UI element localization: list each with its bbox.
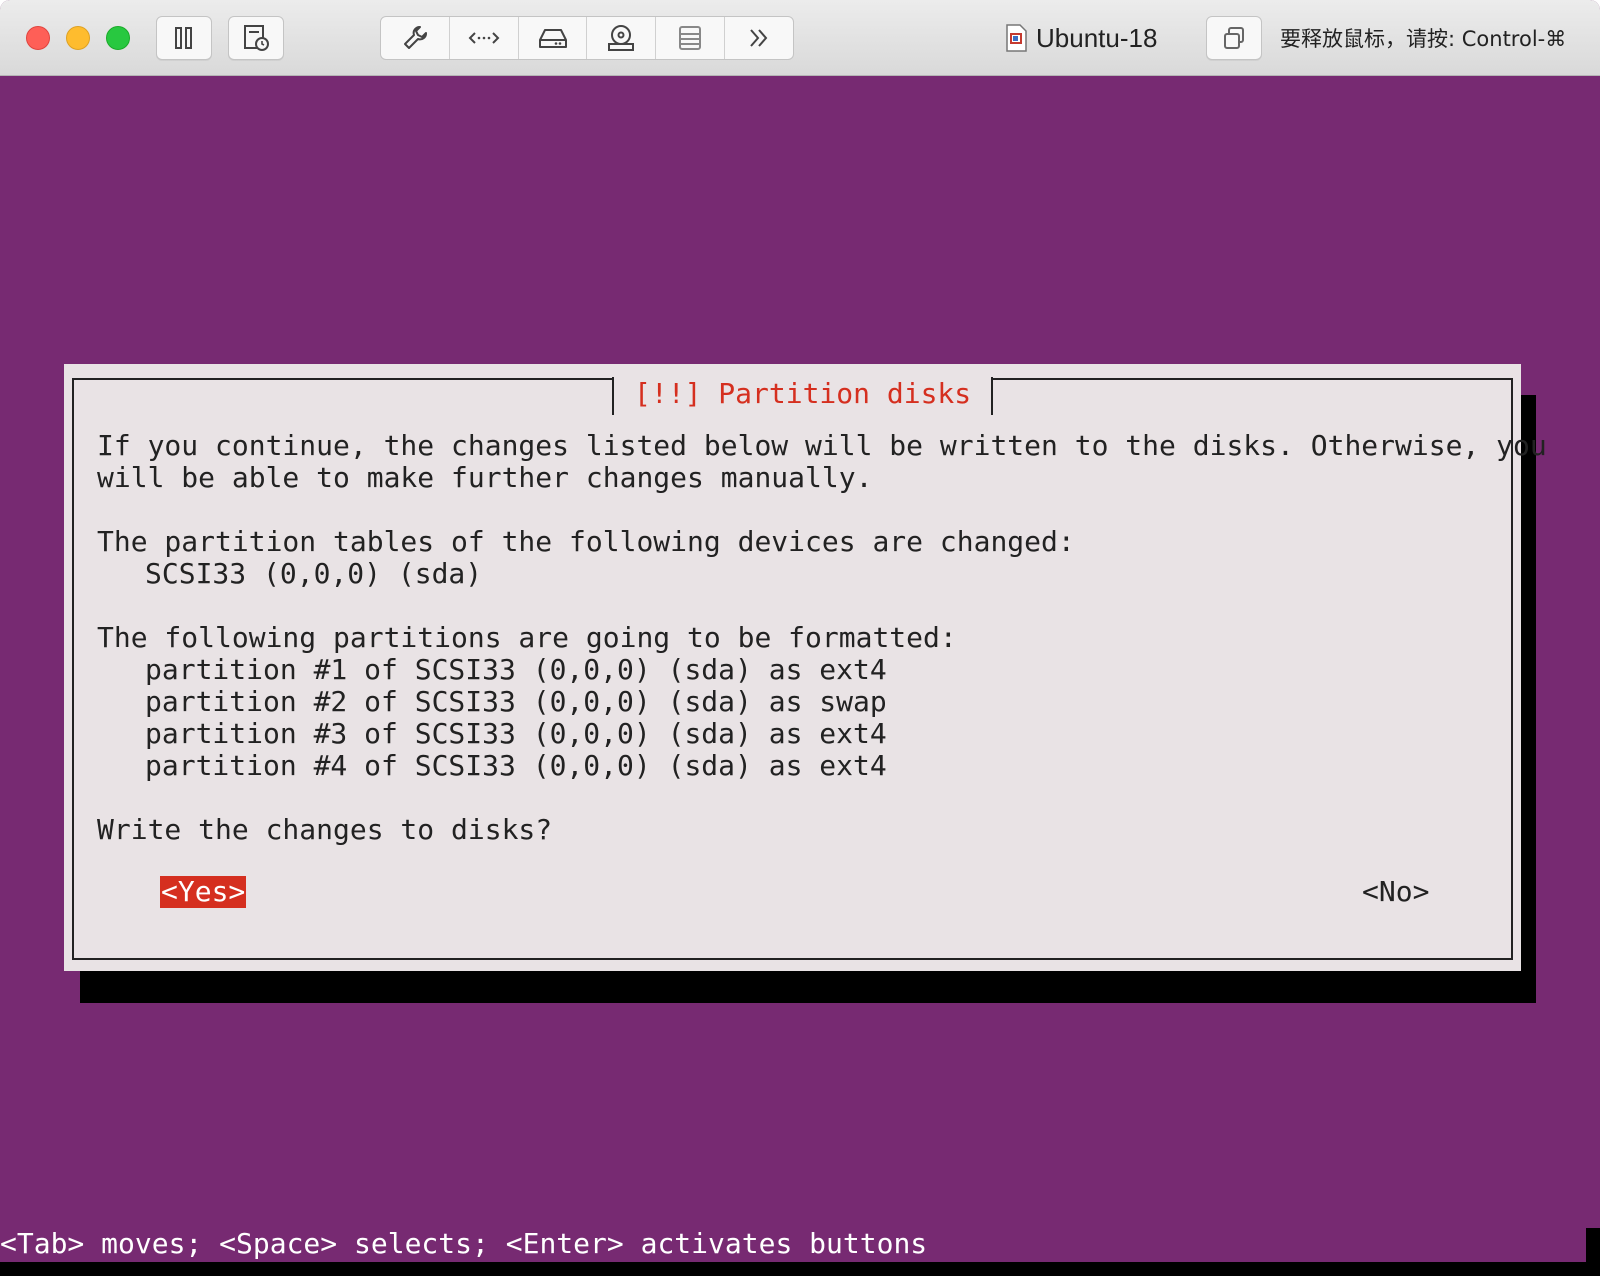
- intro-line-2: will be able to make further changes man…: [97, 461, 873, 494]
- minimize-window-button[interactable]: [66, 26, 90, 50]
- network-button[interactable]: [450, 17, 519, 59]
- fullscreen-button[interactable]: [1206, 16, 1262, 60]
- partition-item: partition #2 of SCSI33 (0,0,0) (sda) as …: [145, 685, 887, 718]
- more-button[interactable]: [725, 17, 793, 59]
- suspend-button[interactable]: [156, 16, 212, 60]
- device-item: SCSI33 (0,0,0) (sda): [145, 557, 483, 590]
- terminal-bottom-edge: [0, 1262, 1600, 1276]
- partition-item: partition #3 of SCSI33 (0,0,0) (sda) as …: [145, 717, 887, 750]
- release-mouse-hint: 要释放鼠标，请按: Control-⌘: [1280, 27, 1567, 51]
- windows-overlap-icon: [1224, 27, 1244, 49]
- cd-dvd-button[interactable]: [587, 17, 657, 59]
- terminal-edge: [1586, 1228, 1600, 1262]
- cd-dvd-icon: [608, 25, 635, 51]
- zoom-window-button[interactable]: [106, 26, 130, 50]
- snapshot-icon: [244, 25, 269, 51]
- no-button[interactable]: <No>: [1362, 876, 1429, 908]
- pause-icon: [175, 27, 192, 49]
- window-title: Ubuntu-18: [1004, 18, 1157, 58]
- devices-heading: The partition tables of the following de…: [97, 525, 1075, 558]
- devices-button[interactable]: [656, 17, 726, 59]
- dialog-title: [!!] Partition disks: [612, 377, 994, 415]
- snapshot-button[interactable]: [228, 16, 284, 60]
- partitions-heading: The following partitions are going to be…: [97, 621, 957, 654]
- title-bar: Ubuntu-18 要释放鼠标，请按: Control-⌘: [0, 0, 1600, 76]
- yes-button[interactable]: <Yes>: [160, 876, 247, 908]
- window-title-text: Ubuntu-18: [1036, 22, 1158, 53]
- partition-item: partition #1 of SCSI33 (0,0,0) (sda) as …: [145, 653, 887, 686]
- network-arrows-icon: [468, 32, 500, 44]
- vm-window: Ubuntu-18 要释放鼠标，请按: Control-⌘ [!!] Parti…: [0, 0, 1600, 1276]
- close-window-button[interactable]: [26, 26, 50, 50]
- double-chevron-right-icon: [750, 29, 768, 47]
- hard-disk-icon: [538, 29, 567, 48]
- intro-line-1: If you continue, the changes listed belo…: [97, 429, 1547, 462]
- status-line: <Tab> moves; <Space> selects; <Enter> ac…: [0, 1227, 928, 1260]
- stack-icon: [679, 26, 702, 50]
- partition-item: partition #4 of SCSI33 (0,0,0) (sda) as …: [145, 749, 887, 782]
- vm-toolbar-group: [380, 16, 794, 60]
- wrench-icon: [403, 26, 427, 49]
- confirm-question: Write the changes to disks?: [97, 813, 553, 846]
- hard-disk-button[interactable]: [519, 17, 588, 59]
- settings-button[interactable]: [381, 17, 450, 59]
- vm-file-icon: [1006, 24, 1027, 52]
